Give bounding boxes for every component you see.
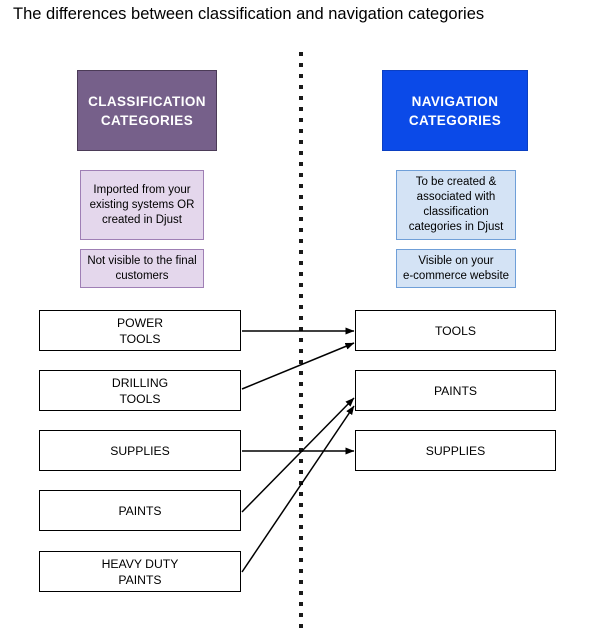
navigation-categories-header: NAVIGATION CATEGORIES [382, 70, 528, 151]
classification-category-power-tools-label: POWER TOOLS [116, 315, 164, 346]
classification-category-drilling-tools[interactable]: DRILLING TOOLS [39, 370, 241, 411]
navigation-note-2: Visible on your e-commerce website [396, 249, 516, 288]
classification-note-2: Not visible to the final customers [80, 249, 204, 288]
classification-header-label: CLASSIFICATION CATEGORIES [88, 93, 206, 128]
arrow-drilling-tools-to-tools [241, 342, 355, 390]
navigation-category-tools-label: TOOLS [434, 323, 477, 338]
classification-note-1: Imported from your existing systems OR c… [80, 170, 204, 240]
vertical-dotted-divider [299, 52, 303, 629]
classification-category-supplies[interactable]: SUPPLIES [39, 430, 241, 471]
arrow-heavy-duty-paints-to-paints [241, 405, 355, 573]
page-title: The differences between classification a… [13, 5, 485, 23]
classification-category-paints[interactable]: PAINTS [39, 490, 241, 531]
navigation-header-label: NAVIGATION CATEGORIES [408, 93, 502, 128]
navigation-category-tools[interactable]: TOOLS [355, 310, 556, 351]
classification-note-1-label: Imported from your existing systems OR c… [89, 183, 195, 226]
classification-category-heavy-duty-paints[interactable]: HEAVY DUTY PAINTS [39, 551, 241, 592]
arrow-paints-to-paints [241, 397, 355, 513]
diagram-canvas: The differences between classification a… [0, 0, 591, 633]
classification-category-supplies-label: SUPPLIES [110, 443, 170, 458]
navigation-category-supplies[interactable]: SUPPLIES [355, 430, 556, 471]
navigation-category-paints-label: PAINTS [433, 383, 478, 398]
navigation-note-1-label: To be created & associated with classifi… [408, 176, 504, 233]
navigation-category-paints[interactable]: PAINTS [355, 370, 556, 411]
navigation-note-2-label: Visible on your e-commerce website [402, 254, 510, 282]
classification-categories-header: CLASSIFICATION CATEGORIES [77, 70, 217, 151]
navigation-note-1: To be created & associated with classifi… [396, 170, 516, 240]
classification-category-heavy-duty-paints-label: HEAVY DUTY PAINTS [101, 556, 179, 587]
classification-note-2-label: Not visible to the final customers [87, 254, 197, 282]
classification-category-drilling-tools-label: DRILLING TOOLS [111, 375, 169, 406]
navigation-category-supplies-label: SUPPLIES [425, 443, 486, 458]
classification-category-paints-label: PAINTS [118, 503, 162, 518]
classification-category-power-tools[interactable]: POWER TOOLS [39, 310, 241, 351]
